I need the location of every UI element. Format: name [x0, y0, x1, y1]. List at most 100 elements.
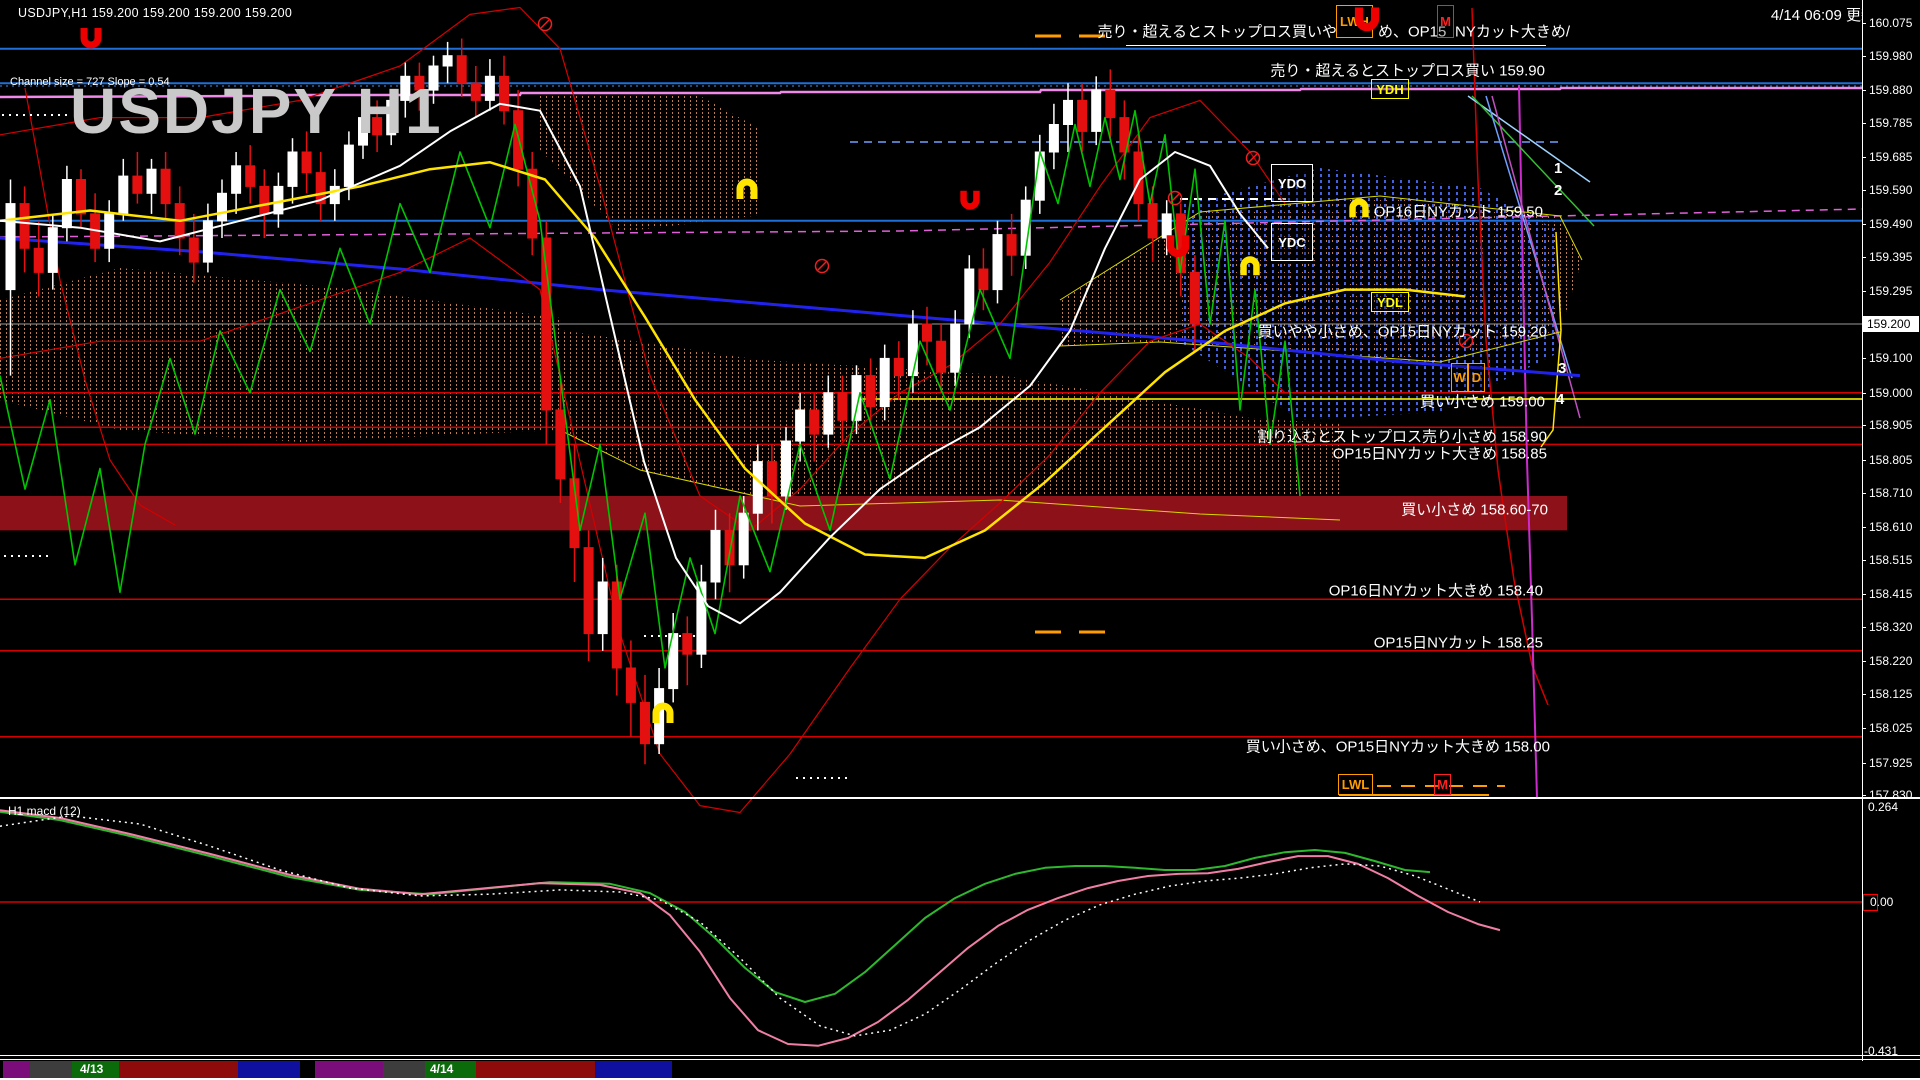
candle-body — [683, 634, 692, 655]
candle-body — [1078, 100, 1087, 131]
price-axis-label: 159.000 — [1869, 386, 1912, 400]
candle-body — [344, 145, 353, 186]
fan-line-number: 4 — [1556, 391, 1564, 408]
price-axis-tick — [1862, 627, 1866, 628]
candle-body — [20, 204, 29, 249]
price-axis-label: 160.075 — [1869, 16, 1912, 30]
candle-body — [514, 111, 523, 170]
fan-line-number: 1 — [1554, 160, 1562, 177]
candle-body — [1162, 214, 1171, 238]
price-axis-tick — [1862, 23, 1866, 24]
price-axis-label: 159.295 — [1869, 284, 1912, 298]
macd-signal-white — [0, 816, 1480, 1036]
price-axis-label: 158.905 — [1869, 418, 1912, 432]
price-axis-tick — [1862, 425, 1866, 426]
price-annotation: 売り・超えるとストップロス買い 159.90 — [1270, 60, 1545, 81]
tag-lwh: LWH — [1336, 5, 1373, 38]
candle-body — [302, 152, 311, 173]
candle-body — [161, 169, 170, 203]
candle-body — [485, 76, 494, 100]
price-axis-tick — [1862, 694, 1866, 695]
candle-body — [626, 668, 635, 702]
candle-body — [796, 410, 805, 441]
candle-body — [218, 193, 227, 221]
price-annotation: 買いやや小さめ、OP15日NYカット 159.20 — [1258, 321, 1547, 342]
candle-body — [1049, 125, 1058, 153]
price-axis-tick — [1862, 661, 1866, 662]
price-axis-label: 159.980 — [1869, 49, 1912, 63]
price-axis-line — [1862, 0, 1863, 1080]
price-axis-label: 158.220 — [1869, 654, 1912, 668]
price-axis-label: 158.515 — [1869, 553, 1912, 567]
price-axis-tick — [1862, 56, 1866, 57]
candle-body — [260, 186, 269, 214]
tag-w: W — [1451, 363, 1468, 392]
price-axis-tick — [1862, 257, 1866, 258]
tag-ydl: YDL — [1371, 292, 1409, 312]
session-segment — [383, 1061, 425, 1078]
candle-body — [739, 513, 748, 565]
candle-body — [584, 548, 593, 634]
candle-body — [1007, 235, 1016, 256]
price-axis[interactable]: 160.075159.980159.880159.785159.685159.5… — [1862, 0, 1920, 1080]
chart-canvas[interactable] — [0, 0, 1920, 1080]
price-axis-label: 159.685 — [1869, 150, 1912, 164]
candle-body — [965, 269, 974, 324]
tag-m: M — [1437, 5, 1454, 38]
price-axis-tick — [1862, 90, 1866, 91]
candle-body — [908, 324, 917, 376]
candle-body — [246, 166, 255, 187]
tag-ydo: YDO — [1271, 164, 1313, 202]
session-segment — [119, 1061, 238, 1078]
price-annotation: OP15日NYカット 158.25 — [1374, 632, 1543, 653]
ma-white — [0, 104, 1268, 624]
candle-body — [1148, 204, 1157, 238]
candle-body — [937, 341, 946, 372]
candle-body — [880, 358, 889, 406]
candle-body — [1190, 272, 1199, 324]
candle-body — [894, 358, 903, 375]
tag-ydc: YDC — [1271, 223, 1313, 261]
session-segment — [595, 1061, 672, 1078]
candle-body — [34, 248, 43, 272]
candle-body — [457, 56, 466, 83]
candle-body — [203, 221, 212, 262]
candle-body — [711, 530, 720, 582]
price-axis-label: 158.125 — [1869, 687, 1912, 701]
panel-separator-bottom-1 — [0, 1055, 1920, 1056]
fan-line-number: 3 — [1558, 360, 1566, 377]
candle-body — [119, 176, 128, 214]
candle-body — [556, 410, 565, 479]
price-axis-tick — [1862, 527, 1866, 528]
price-axis-label: 158.025 — [1869, 721, 1912, 735]
price-axis-tick — [1862, 728, 1866, 729]
macd-pink — [0, 810, 1500, 1046]
candle-body — [105, 214, 114, 248]
candle-body — [443, 56, 452, 66]
symbol-info: USDJPY,H1 159.200 159.200 159.200 159.20… — [18, 6, 292, 20]
timeline-date-label: 4/13 — [80, 1062, 103, 1076]
price-axis-tick — [1862, 594, 1866, 595]
session-segment — [315, 1061, 383, 1078]
tag-ydh: YDH — [1371, 79, 1409, 99]
candle-body — [824, 393, 833, 434]
price-axis-label: 159.880 — [1869, 83, 1912, 97]
price-axis-label: 158.610 — [1869, 520, 1912, 534]
macd-axis-max: 0.264 — [1868, 800, 1898, 814]
price-axis-tick — [1862, 560, 1866, 561]
price-axis-tick — [1862, 493, 1866, 494]
candle-body — [471, 83, 480, 100]
zigzag-green — [0, 111, 1300, 668]
price-axis-label: 159.100 — [1869, 351, 1912, 365]
price-axis-label: 157.925 — [1869, 756, 1912, 770]
panel-separator-bottom-2 — [0, 1059, 1920, 1060]
candle-body — [923, 324, 932, 341]
trading-chart-window: USDJPY,H1 159.200 159.200 159.200 159.20… — [0, 0, 1920, 1080]
candle-body — [993, 235, 1002, 290]
update-timestamp: 4/14 06:09 更新 — [1771, 4, 1876, 25]
candle-body — [48, 228, 57, 273]
current-price-box: 159.200 — [1863, 316, 1919, 332]
candle-body — [232, 166, 241, 194]
candle-body — [641, 702, 650, 743]
candle-body — [189, 238, 198, 262]
